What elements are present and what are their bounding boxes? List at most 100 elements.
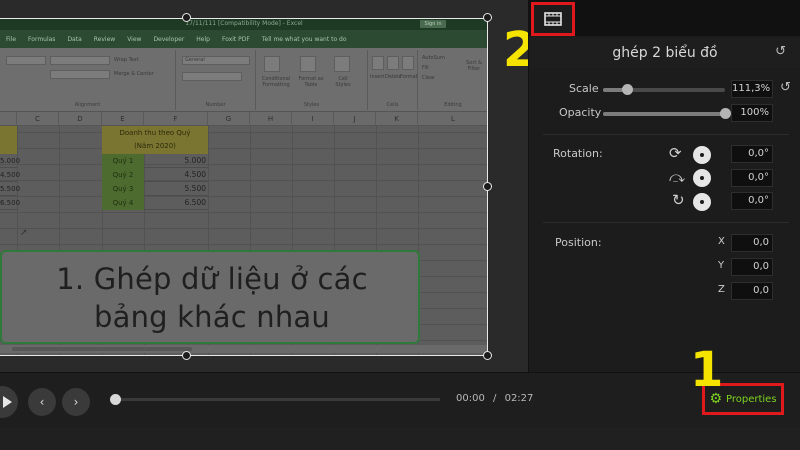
rotation-label: Rotation: <box>553 147 603 160</box>
format-table-label: Format as Table <box>298 76 324 88</box>
previous-button[interactable]: ‹ <box>28 388 56 416</box>
rotation-x-dial[interactable] <box>693 193 711 211</box>
excel-menu-item: View <box>127 35 142 43</box>
ribbon-group-label: Editing <box>444 102 462 108</box>
rotation-y-dial[interactable] <box>693 169 711 187</box>
table-row-value: 4.500 <box>144 168 208 182</box>
position-z-input[interactable]: 0,0 <box>731 282 773 300</box>
wrap-text-label: Wrap Text <box>114 57 139 63</box>
scale-slider[interactable] <box>603 84 725 95</box>
column-header: G <box>208 112 250 126</box>
position-x-input[interactable]: 0,0 <box>731 234 773 252</box>
font-size-box <box>6 56 46 65</box>
cell-styles-label: Cell Styles <box>335 76 351 88</box>
chevron-left-icon: ‹ <box>39 395 45 409</box>
clear-label: Clear <box>422 75 436 81</box>
film-icon <box>544 12 562 26</box>
insert-icon <box>372 56 384 70</box>
next-button[interactable]: › <box>62 388 90 416</box>
left-table-header <box>0 126 17 154</box>
column-header: C <box>17 112 59 126</box>
merge-center-label: Merge & Center <box>114 71 154 77</box>
resize-handle[interactable] <box>182 13 191 22</box>
position-z-label: Z <box>718 284 725 295</box>
excel-menu-item: Review <box>93 35 116 43</box>
excel-menu-item: Data <box>67 35 82 43</box>
opacity-label: Opacity <box>559 106 602 119</box>
excel-horizontal-scrollbar <box>0 345 488 353</box>
position-y-input[interactable]: 0,0 <box>731 258 773 276</box>
position-x-label: X <box>718 236 725 247</box>
rotate-x-icon: ↻ <box>672 191 685 209</box>
opacity-slider[interactable] <box>603 108 731 119</box>
table-row-value: 5.500 <box>144 182 208 196</box>
opacity-slider-handle[interactable] <box>720 108 731 119</box>
column-header: D <box>59 112 102 126</box>
resize-handle[interactable] <box>483 182 492 191</box>
conditional-format-icon <box>264 56 280 72</box>
column-header: E <box>102 112 144 126</box>
table-row-label: Quý 3 <box>102 182 144 196</box>
panel-tab-bar <box>529 0 800 36</box>
align-buttons-row2 <box>50 70 110 79</box>
ribbon-group-label: Number <box>205 102 226 108</box>
preview-canvas[interactable]: 17/11/111 [Compatibility Mode] - Excel S… <box>0 0 528 372</box>
table-header-line1: Doanh thu theo Quý <box>119 129 191 137</box>
excel-title: 17/11/111 [Compatibility Mode] - Excel <box>185 20 303 27</box>
left-table-cell: 5.000 <box>0 154 20 168</box>
rotation-z-input[interactable]: 0,0° <box>731 145 773 163</box>
time-display: 00:00 / 02:27 <box>456 393 533 404</box>
format-label: Format <box>400 74 418 80</box>
ribbon-group-label: Alignment <box>74 102 101 108</box>
column-header: I <box>292 112 334 126</box>
align-buttons <box>50 56 110 65</box>
mouse-cursor-icon: ➚ <box>20 228 28 238</box>
rotation-z-dial[interactable] <box>693 146 711 164</box>
resize-handle[interactable] <box>483 351 492 360</box>
scale-reset-icon[interactable]: ↺ <box>780 80 791 95</box>
excel-menu-item: Tell me what you want to do <box>261 35 347 43</box>
timeline-scrubber[interactable] <box>114 398 440 401</box>
number-format-value: General <box>185 57 205 63</box>
ribbon-group-number: General Number <box>176 50 256 110</box>
autosum-label: AutoSum <box>422 55 445 61</box>
column-header: K <box>376 112 418 126</box>
position-label: Position: <box>555 236 602 249</box>
sort-filter-label: Sort & Filter <box>466 60 482 72</box>
excel-menu-item: Help <box>196 35 210 43</box>
annotation-number-1: 1 <box>690 342 724 398</box>
scale-input[interactable]: 111,3% <box>731 80 773 98</box>
clip-title: ghép 2 biểu đồ <box>529 38 800 68</box>
caption-callout[interactable]: 1. Ghép dữ liệu ở các bảng khác nhau <box>0 250 420 344</box>
column-header: L <box>451 115 455 123</box>
table-row-value: 6.500 <box>144 196 208 210</box>
format-icon <box>402 56 414 70</box>
column-header: J <box>334 112 376 126</box>
excel-menu-item: Formulas <box>28 35 56 43</box>
scale-slider-handle[interactable] <box>622 84 633 95</box>
rotate-y-icon: ⤼ <box>669 168 686 186</box>
properties-label: Properties <box>726 393 777 405</box>
left-table-cell: 5.500 <box>0 182 20 196</box>
play-button[interactable] <box>0 386 18 418</box>
left-table-cell: 4.500 <box>0 168 20 182</box>
excel-menu-item: Foxit PDF <box>221 35 250 43</box>
scale-label: Scale <box>569 82 599 95</box>
table-row-label: Quý 2 <box>102 168 144 182</box>
column-header: F <box>144 112 208 126</box>
rotation-x-input[interactable]: 0,0° <box>731 192 773 210</box>
reset-icon[interactable]: ↺ <box>775 44 786 59</box>
insert-label: Insert <box>370 74 385 80</box>
ribbon-group-label: Cells <box>386 102 399 108</box>
excel-ribbon: Wrap Text Merge & Center Alignment Gener… <box>0 48 488 112</box>
opacity-input[interactable]: 100% <box>731 104 773 122</box>
chevron-right-icon: › <box>73 395 79 409</box>
annotation-number-2: 2 <box>503 22 528 78</box>
resize-handle[interactable] <box>182 351 191 360</box>
visual-properties-tab[interactable] <box>531 2 575 36</box>
rotation-y-input[interactable]: 0,0° <box>731 169 773 187</box>
table-header-line2: (Năm 2020) <box>134 142 176 150</box>
delete-icon <box>387 56 399 70</box>
resize-handle[interactable] <box>483 13 492 22</box>
playhead-handle[interactable] <box>110 394 121 405</box>
